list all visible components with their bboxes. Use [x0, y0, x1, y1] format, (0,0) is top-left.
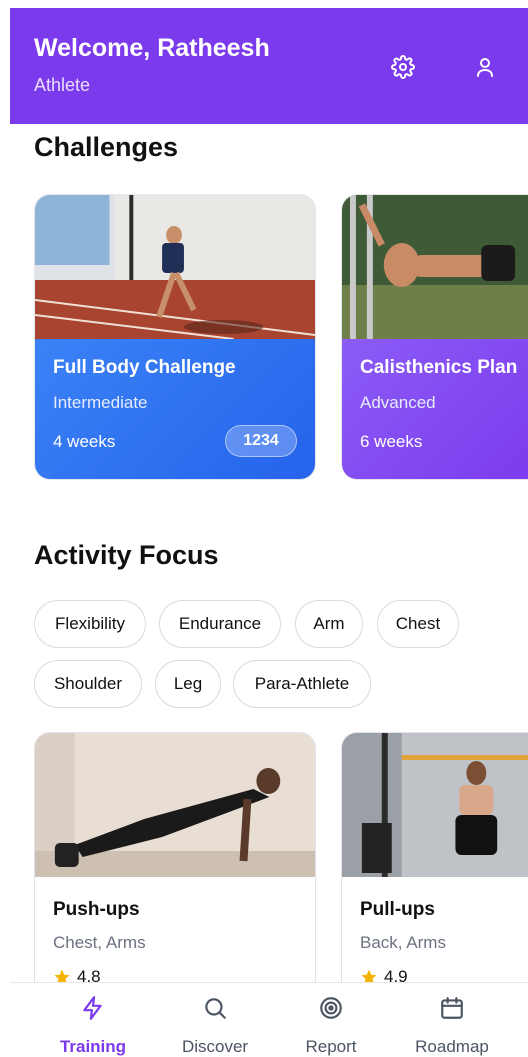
chip-flexibility[interactable]: Flexibility [34, 600, 146, 648]
nav-discover[interactable]: Discover [160, 983, 270, 1057]
settings-button[interactable] [388, 52, 418, 82]
user-role: Athlete [34, 75, 91, 95]
challenge-name: Full Body Challenge [53, 357, 236, 378]
chip-leg[interactable]: Leg [155, 660, 221, 708]
bottom-nav: Training Discover Report Roadmap [10, 982, 528, 1057]
challenge-card-body: Full Body Challenge Intermediate 4 weeks… [35, 339, 315, 479]
app-header: Welcome, Ratheesh Athlete [10, 8, 528, 124]
chip-arm[interactable]: Arm [295, 600, 363, 648]
exercise-name: Pull-ups [360, 899, 435, 920]
gear-icon [391, 55, 415, 79]
profile-button[interactable] [470, 52, 500, 82]
exercise-muscles: Chest, Arms [53, 933, 146, 952]
challenge-duration: 6 weeks [360, 432, 423, 451]
chip-para-athlete[interactable]: Para-Athlete [233, 660, 371, 708]
chip-chest[interactable]: Chest [377, 600, 459, 648]
nav-label: Discover [181, 1037, 249, 1056]
calendar-icon [441, 997, 463, 1019]
challenge-level: Intermediate [53, 393, 148, 412]
challenge-card-calisthenics[interactable]: Calisthenics Plan Advanced 6 weeks [341, 194, 528, 480]
nav-label: Report [305, 1037, 357, 1056]
bolt-icon [83, 996, 102, 1020]
nav-roadmap[interactable]: Roadmap [397, 983, 507, 1057]
nav-training[interactable]: Training [38, 983, 148, 1057]
sprinter-image [35, 195, 315, 339]
push-ups-image [35, 733, 315, 877]
pull-ups-image [342, 733, 528, 877]
chip-shoulder[interactable]: Shoulder [34, 660, 142, 708]
participant-count-badge: 1234 [225, 425, 297, 457]
challenge-card-full-body[interactable]: Full Body Challenge Intermediate 4 weeks… [34, 194, 316, 480]
nav-report[interactable]: Report [276, 983, 386, 1057]
chip-endurance[interactable]: Endurance [159, 600, 281, 648]
search-icon [205, 998, 226, 1019]
exercise-name: Push-ups [53, 899, 140, 920]
calisthenics-image [342, 195, 528, 339]
challenge-name: Calisthenics Plan [360, 357, 518, 378]
activity-focus-title: Activity Focus [34, 540, 219, 570]
nav-label: Training [59, 1037, 127, 1056]
exercise-muscles: Back, Arms [360, 933, 446, 952]
welcome-title: Welcome, Ratheesh [34, 34, 270, 62]
user-icon [477, 58, 493, 77]
challenge-card-body: Calisthenics Plan Advanced 6 weeks [342, 339, 528, 479]
challenges-title: Challenges [34, 132, 179, 162]
challenge-level: Advanced [360, 393, 436, 412]
target-icon [320, 997, 342, 1019]
challenge-duration: 4 weeks [53, 432, 116, 451]
nav-label: Roadmap [415, 1037, 489, 1056]
